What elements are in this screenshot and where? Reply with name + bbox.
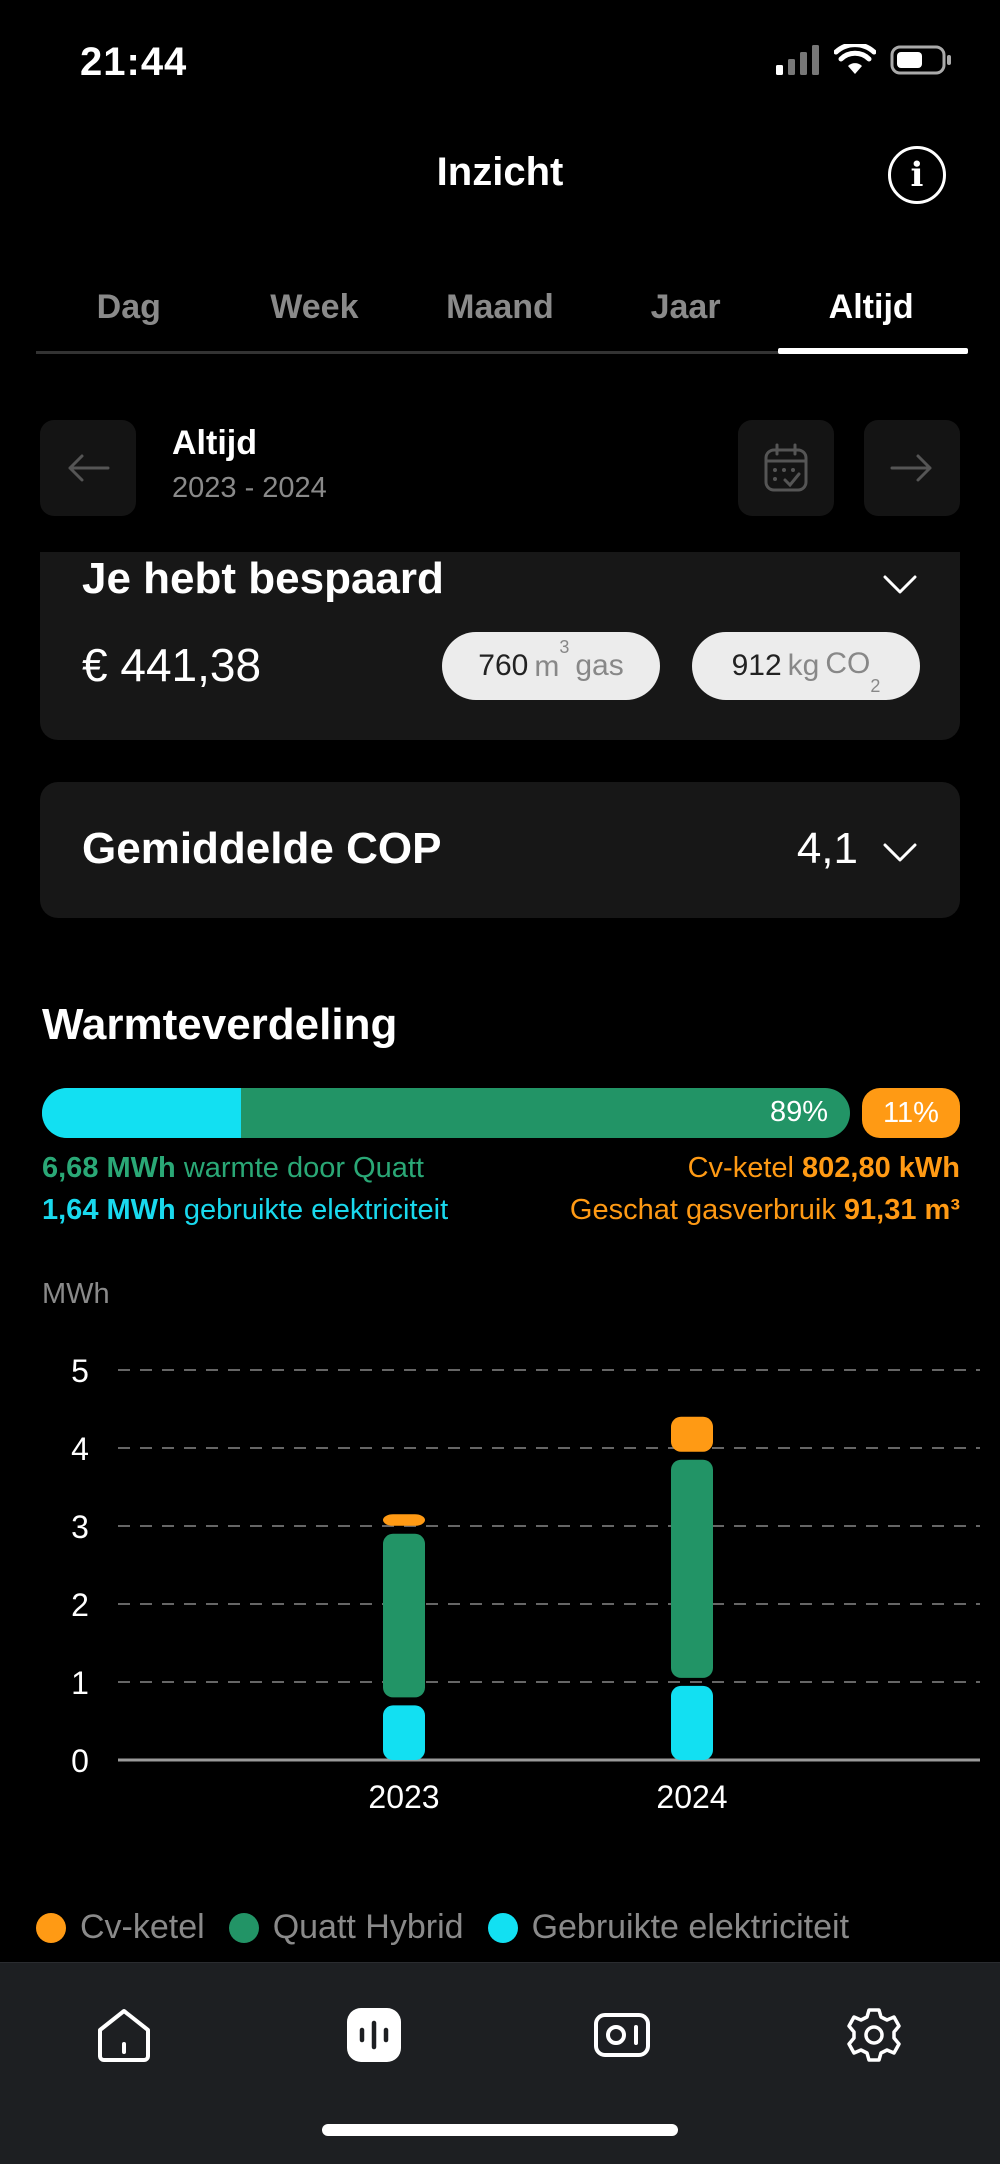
- device-icon: [594, 2013, 650, 2057]
- cv-share-bar: 11%: [862, 1088, 960, 1138]
- bar-segment: [383, 1514, 425, 1526]
- chevron-down-icon[interactable]: [882, 842, 918, 864]
- cv-summary: Cv-ketel 802,80 kWh: [688, 1152, 960, 1185]
- bar-segment: [671, 1416, 713, 1452]
- y-tick-label: 4: [71, 1431, 89, 1467]
- nav-home[interactable]: [84, 1995, 164, 2075]
- legend-item-cv: Cv-ketel: [36, 1908, 205, 1947]
- home-indicator: [322, 2124, 678, 2136]
- period-selector: Altijd 2023 - 2024: [40, 420, 960, 518]
- legend-dot: [36, 1912, 66, 1943]
- bar-segment: [671, 1459, 713, 1678]
- chart-legend: Cv-ketel Quatt Hybrid Gebruikte elektric…: [36, 1908, 996, 1947]
- quatt-heat-summary: 6,68 MWh warmte door Quatt: [42, 1152, 424, 1185]
- settings-icon: [847, 2008, 901, 2062]
- savings-card[interactable]: Je hebt bespaard € 441,38 760 m3 gas 912…: [40, 552, 960, 740]
- savings-title: Je hebt bespaard: [82, 554, 444, 603]
- x-tick-label: 2023: [368, 1779, 439, 1815]
- tab-jaar[interactable]: Jaar: [593, 268, 779, 351]
- quatt-percent-label: 89%: [769, 1096, 828, 1128]
- info-button[interactable]: i: [888, 146, 946, 204]
- gas-estimate-summary: Geschat gasverbruik 91,31 m³: [570, 1194, 960, 1227]
- x-tick-label: 2024: [656, 1779, 727, 1815]
- heat-distribution-bar: 89% 11%: [42, 1088, 960, 1138]
- nav-header: Inzicht i: [0, 140, 1000, 210]
- co2-saved-value: 912: [731, 649, 782, 682]
- quatt-share-bar: 89%: [42, 1088, 850, 1138]
- nav-device[interactable]: [582, 1995, 662, 2075]
- nav-settings[interactable]: [834, 1995, 914, 2075]
- co2-saved-label: CO2: [825, 647, 881, 696]
- status-icons: [776, 44, 952, 76]
- electricity-summary: 1,64 MWh gebruikte elektriciteit: [42, 1194, 448, 1227]
- calendar-button[interactable]: [738, 420, 834, 516]
- tab-week[interactable]: Week: [222, 268, 408, 351]
- bar-segment: [671, 1685, 713, 1760]
- next-period-button[interactable]: [864, 420, 960, 516]
- chart-y-unit: MWh: [42, 1278, 110, 1310]
- y-tick-label: 0: [71, 1743, 89, 1779]
- insights-icon: [347, 2008, 401, 2062]
- legend-label: Cv-ketel: [80, 1908, 205, 1946]
- legend-item-quatt: Quatt Hybrid: [228, 1908, 464, 1947]
- period-title: Altijd: [172, 424, 257, 462]
- legend-item-electricity: Gebruikte elektriciteit: [487, 1908, 850, 1947]
- info-icon: i: [910, 155, 924, 195]
- y-tick-label: 2: [71, 1587, 89, 1623]
- status-time: 21:44: [80, 40, 188, 84]
- electricity-value: 1,64 MWh: [42, 1194, 176, 1226]
- y-tick-label: 5: [71, 1353, 89, 1389]
- bar-segment: [383, 1533, 425, 1698]
- cv-percent-label: 11%: [883, 1096, 939, 1129]
- calendar-icon: [764, 443, 808, 492]
- legend-label: Quatt Hybrid: [272, 1908, 464, 1946]
- bar-segment: [383, 1705, 425, 1760]
- legend-dot: [228, 1912, 259, 1943]
- tab-dag[interactable]: Dag: [36, 268, 222, 351]
- savings-amount: € 441,38: [82, 639, 262, 691]
- energy-bar-chart: 0 1 2 3 4 5 2023 2024: [71, 1353, 980, 1815]
- cv-label: Cv-ketel: [687, 1152, 794, 1184]
- cop-card[interactable]: Gemiddelde COP 4,1: [40, 782, 960, 918]
- electricity-share-bar: [42, 1088, 241, 1138]
- arrow-left-icon: [68, 454, 110, 482]
- cop-title: Gemiddelde COP: [82, 824, 442, 873]
- period-tabs: Dag Week Maand Jaar Altijd: [36, 268, 968, 354]
- tab-maand[interactable]: Maand: [407, 268, 593, 351]
- wifi-icon: [834, 44, 876, 74]
- legend-dot: [487, 1912, 518, 1943]
- status-bar: 21:44: [0, 0, 1000, 120]
- home-icon: [98, 2009, 150, 2062]
- cellular-signal-icon: [776, 45, 819, 75]
- gas-saved-badge: 760 m3 gas: [442, 632, 660, 700]
- gas-estimate-value: 91,31 m³: [843, 1194, 960, 1226]
- quatt-heat-label: warmte door Quatt: [183, 1152, 424, 1184]
- electricity-label: gebruikte elektriciteit: [183, 1194, 449, 1226]
- y-tick-label: 3: [71, 1509, 89, 1545]
- gas-estimate-label: Geschat gasverbruik: [569, 1194, 836, 1226]
- y-tick-label: 1: [71, 1665, 89, 1701]
- chevron-down-icon[interactable]: [882, 574, 918, 596]
- cv-value: 802,80 kWh: [802, 1152, 960, 1184]
- cop-value: 4,1: [796, 824, 858, 873]
- tab-altijd[interactable]: Altijd: [778, 268, 968, 354]
- heat-distribution-title: Warmteverdeling: [42, 1000, 398, 1049]
- quatt-heat-value: 6,68 MWh: [42, 1152, 176, 1184]
- page-title: Inzicht: [436, 150, 564, 194]
- arrow-right-icon: [890, 454, 932, 482]
- gas-saved-unit: m3: [534, 636, 570, 683]
- legend-label: Gebruikte elektriciteit: [531, 1908, 850, 1946]
- gas-saved-label: gas: [575, 649, 624, 682]
- previous-period-button[interactable]: [40, 420, 136, 516]
- period-range: 2023 - 2024: [172, 472, 327, 504]
- gas-saved-value: 760: [478, 649, 529, 682]
- nav-insights[interactable]: [334, 1995, 414, 2075]
- battery-icon: [890, 45, 951, 75]
- co2-saved-unit: kg: [787, 649, 820, 682]
- co2-saved-badge: 912 kg CO2: [692, 632, 920, 700]
